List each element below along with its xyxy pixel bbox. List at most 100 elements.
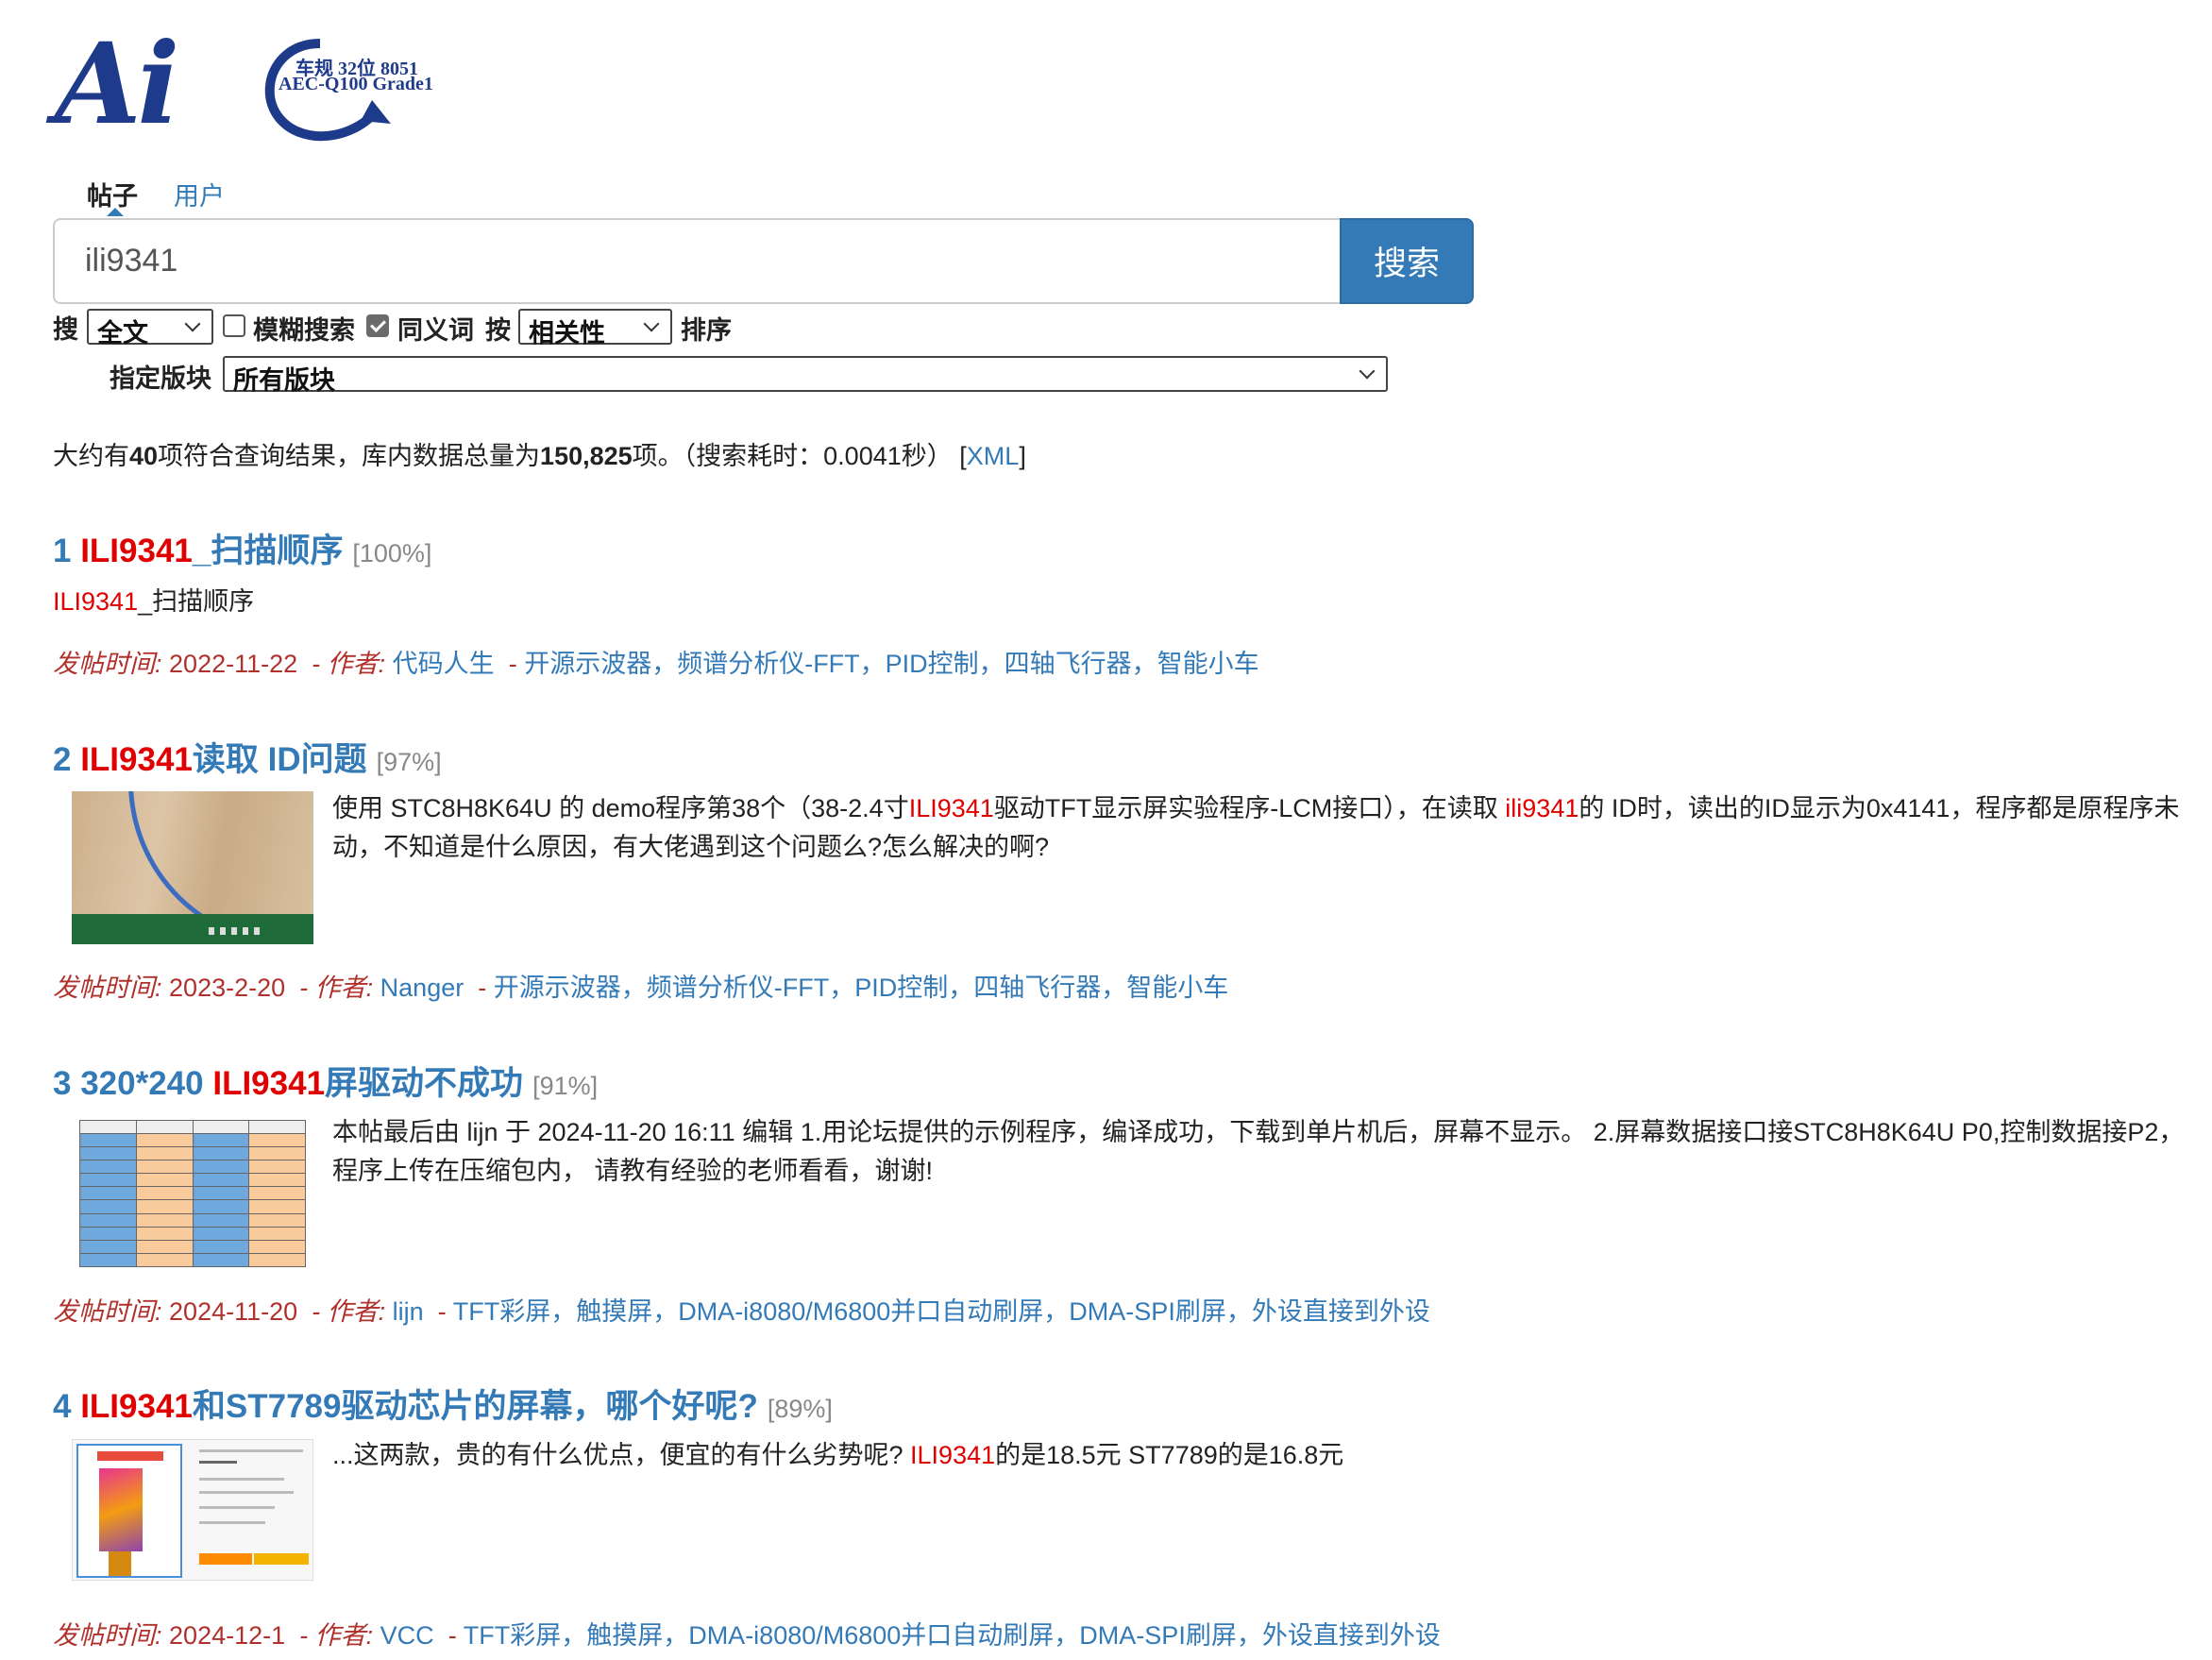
snippet-highlight: ILI9341: [910, 1441, 996, 1469]
separator: -: [447, 1621, 457, 1650]
thumbnail-product-panel: [76, 1444, 182, 1578]
fuzzy-search-checkbox[interactable]: [223, 314, 245, 337]
result-title[interactable]: 2 ILI9341读取 ID问题 [97%]: [53, 733, 442, 781]
posted-label: 发帖时间:: [53, 1297, 162, 1326]
result-snippet: ...这两款，贵的有什么优点，便宜的有什么劣势呢? ILI9341的是18.5元…: [332, 1436, 2197, 1475]
author-label: - 作者:: [312, 650, 386, 678]
logo-tagline-2: AEC-Q100 Grade1: [279, 74, 433, 94]
snippet-text: 驱动TFT显示屏实验程序-LCM接口），在读取: [993, 794, 1506, 822]
result-meta: 发帖时间: 2024-11-20 - 作者: lijn - TFT彩屏，触摸屏，…: [53, 1291, 1430, 1328]
search-button[interactable]: 搜索: [1340, 218, 1474, 304]
result-title[interactable]: 4 ILI9341和ST7789驱动芯片的屏幕，哪个好呢? [89%]: [53, 1380, 833, 1428]
xml-link[interactable]: XML: [967, 442, 1020, 470]
thumbnail-cart-button: [254, 1553, 309, 1565]
category-link[interactable]: TFT彩屏，触摸屏，DMA-i8080/M6800并口自动刷屏，DMA-SPI刷…: [453, 1297, 1430, 1326]
title-highlight: ILI9341: [80, 1388, 193, 1425]
total-count: 150,825: [540, 442, 633, 470]
title-highlight: ILI9341: [212, 1065, 326, 1102]
thumbnail-fpc: [109, 1551, 131, 1576]
separator: -: [437, 1297, 447, 1326]
result-thumbnail[interactable]: [72, 1439, 313, 1581]
posted-label: 发帖时间:: [53, 650, 162, 678]
author-link[interactable]: 代码人生: [393, 650, 495, 678]
result-thumbnail[interactable]: [72, 791, 313, 944]
snippet-highlight: ILI9341: [908, 794, 994, 822]
relevance-score: [89%]: [767, 1395, 833, 1423]
title-highlight: ILI9341: [80, 741, 193, 778]
thumbnail-text-line: [199, 1491, 294, 1494]
sort-suffix: 排序: [681, 316, 732, 345]
thumbnail-brand-bar: [97, 1451, 163, 1461]
thumbnail-text-line: [199, 1521, 265, 1524]
author-link[interactable]: VCC: [380, 1621, 434, 1650]
sort-value: 相关性: [529, 319, 605, 347]
author-link[interactable]: lijn: [393, 1297, 424, 1326]
snippet-text: _扫描顺序: [138, 587, 255, 616]
result-meta: 发帖时间: 2023-2-20 - 作者: Nanger - 开源示波器，频谱分…: [53, 967, 1228, 1004]
search-scope-value: 全文: [97, 319, 148, 347]
synonym-checkbox[interactable]: [366, 314, 389, 337]
separator: -: [478, 974, 487, 1002]
category-link[interactable]: 开源示波器，频谱分析仪-FFT，PID控制，四轴飞行器，智能小车: [494, 974, 1228, 1002]
post-date: 2022-11-22: [169, 650, 298, 678]
summary-text: 大约有: [53, 442, 129, 470]
snippet-text: ...这两款，贵的有什么优点，便宜的有什么劣势呢?: [332, 1441, 911, 1469]
author-label: - 作者:: [299, 1621, 374, 1650]
title-text: 屏驱动不成功: [325, 1065, 524, 1102]
chevron-down-icon: [643, 315, 660, 332]
post-date: 2023-2-20: [169, 974, 286, 1002]
sort-select[interactable]: 相关性: [518, 309, 672, 347]
posted-label: 发帖时间:: [53, 1621, 162, 1650]
result-snippet: 本帖最后由 lijn 于 2024-11-20 16:11 编辑 1.用论坛提供…: [332, 1118, 2185, 1185]
synonym-label: 同义词: [397, 316, 474, 345]
result-snippet: ILI9341_扫描顺序: [53, 583, 254, 621]
logo-mark: Ai: [55, 18, 179, 149]
title-text: 320*240: [80, 1065, 213, 1102]
search-input[interactable]: [53, 218, 1341, 304]
forum-filter-label: 指定版块: [110, 364, 211, 393]
category-link[interactable]: 开源示波器，频谱分析仪-FFT，PID控制，四轴飞行器，智能小车: [524, 650, 1258, 678]
fuzzy-search-label: 模糊搜索: [253, 316, 355, 345]
result-meta: 发帖时间: 2024-12-1 - 作者: VCC - TFT彩屏，触摸屏，DM…: [53, 1615, 1441, 1652]
thumbnail-text-line: [199, 1449, 303, 1452]
site-logo[interactable]: Ai 车规 32位 8051 AEC-Q100 Grade1: [55, 28, 451, 146]
posted-label: 发帖时间:: [53, 974, 162, 1002]
result-meta: 发帖时间: 2022-11-22 - 作者: 代码人生 - 开源示波器，频谱分析…: [53, 643, 1259, 680]
snippet-text: 的是18.5元 ST7789的是16.8元: [995, 1441, 1344, 1469]
result-number: 2: [53, 741, 72, 778]
chevron-down-icon: [1359, 363, 1376, 380]
xml-bracket: [: [959, 442, 967, 470]
separator: -: [508, 650, 517, 678]
result-number: 3: [53, 1065, 72, 1102]
result-count: 40: [129, 442, 159, 470]
title-text: 读取 ID问题: [192, 741, 367, 778]
search-scope-prefix: 搜: [53, 315, 78, 344]
post-date: 2024-12-1: [169, 1621, 286, 1650]
thumbnail-pcb: [72, 914, 313, 944]
title-text: 和ST7789驱动芯片的屏幕，哪个好呢?: [192, 1388, 758, 1425]
thumbnail-pin-table: [79, 1120, 306, 1267]
active-tab-caret-icon: [107, 208, 124, 216]
title-highlight: ILI9341: [80, 533, 193, 569]
category-link[interactable]: TFT彩屏，触摸屏，DMA-i8080/M6800并口自动刷屏，DMA-SPI刷…: [464, 1621, 1441, 1650]
result-title[interactable]: 3 320*240 ILI9341屏驱动不成功 [91%]: [53, 1057, 598, 1105]
forum-select[interactable]: 所有版块: [223, 356, 1388, 395]
thumbnail-screen: [99, 1468, 143, 1551]
sort-prefix: 按: [485, 316, 511, 345]
tab-users[interactable]: 用户: [174, 176, 225, 212]
result-title[interactable]: 1 ILI9341_扫描顺序 [100%]: [53, 524, 431, 572]
results-summary: 大约有40项符合查询结果，库内数据总量为150,825项。（搜索耗时：0.004…: [53, 435, 1026, 472]
result-thumbnail[interactable]: [79, 1120, 306, 1267]
chevron-down-icon: [184, 315, 201, 332]
thumbnail-buy-button: [199, 1553, 252, 1565]
author-label: - 作者:: [312, 1297, 386, 1326]
thumbnail-text-line: [199, 1461, 237, 1464]
author-link[interactable]: Nanger: [380, 974, 464, 1002]
result-number: 4: [53, 1388, 72, 1425]
snippet-highlight: ILI9341: [53, 587, 139, 616]
search-scope-select[interactable]: 全文: [87, 309, 213, 347]
relevance-score: [100%]: [352, 539, 432, 567]
thumbnail-text-line: [199, 1506, 275, 1509]
snippet-text: 使用 STC8H8K64U 的 demo程序第38个（38-2.4寸: [332, 794, 909, 822]
result-number: 1: [53, 533, 72, 569]
